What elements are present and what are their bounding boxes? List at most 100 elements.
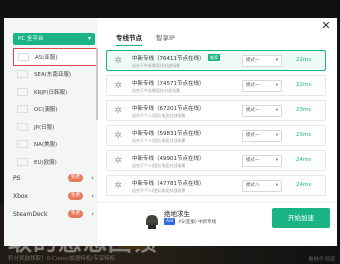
mode-select-value: 模式八	[246, 183, 260, 188]
node-icon: ✲	[114, 156, 122, 166]
category-xbox[interactable]: Xbox 免费 ›	[13, 188, 97, 205]
category-label: Xbox	[13, 193, 28, 200]
mode-select[interactable]: 模式一 ▾	[242, 55, 282, 67]
chevron-down-icon: ▾	[275, 83, 278, 88]
tab-nodes[interactable]: 专线节点	[116, 32, 142, 46]
region-sidebar: PC 全平台 ▾ AS(亚服) SEA(东南亚服) KRJP(日韩服) OC(澳…	[4, 18, 98, 246]
node-name: 中新专线（76411节点在线）	[132, 56, 205, 62]
eu-flag-icon	[17, 157, 28, 166]
game-tags: ASI AS(亚服) 中新专线	[164, 218, 216, 225]
node-icon: ✲	[114, 131, 122, 141]
mode-select-value: 模式一	[246, 108, 260, 113]
modal-footer: 绝地求生 ASI AS(亚服) 中新专线 开始加速	[98, 202, 337, 246]
chevron-right-icon: ›	[91, 210, 94, 218]
mode-select[interactable]: 模式一 ▾	[242, 80, 282, 92]
latency-value: 22ms	[296, 57, 312, 63]
us-flag-icon	[17, 140, 28, 149]
node-description: 适合于个人/团队电竞对战场景	[132, 113, 186, 118]
close-icon[interactable]: ✕	[321, 20, 331, 31]
region-item-na[interactable]: NA(美服)	[13, 136, 97, 154]
latency-value: 23ms	[296, 132, 312, 138]
recommended-badge: 推荐	[208, 54, 220, 61]
mode-select-value: 模式一	[246, 133, 260, 138]
start-acceleration-button[interactable]: 开始加速	[272, 208, 330, 228]
region-name: NA(美服)	[34, 142, 58, 149]
category-ps[interactable]: PS 免费 ›	[13, 170, 97, 187]
free-badge: 免费	[68, 210, 83, 218]
free-badge: 免费	[68, 174, 83, 182]
region-name: KRJP(日韩服)	[34, 89, 68, 96]
node-description: 适合于中长期竞技对战场景	[132, 63, 180, 68]
mode-select[interactable]: 模式一 ▾	[242, 130, 282, 142]
node-item[interactable]: ✲ 中新专线（67201节点在线） 适合于个人/团队电竞对战场景 模式一 ▾ 23…	[106, 100, 326, 121]
node-item[interactable]: ✲ 中新专线（76411节点在线） 适合于中长期竞技对战场景 推荐 模式一 ▾ 2…	[106, 50, 326, 71]
mode-select-value: 模式一	[246, 158, 260, 163]
node-icon: ✲	[114, 106, 122, 116]
latency-value: 22ms	[296, 82, 312, 88]
mode-select[interactable]: 模式八 ▾	[242, 180, 282, 192]
au-flag-icon	[17, 105, 28, 114]
node-item[interactable]: ✲ 中新专线（74571节点在线） 适合于中长期竞技对战场景 模式一 ▾ 22ms	[106, 75, 326, 96]
us-flag-icon	[18, 52, 29, 61]
region-item-krjp[interactable]: KRJP(日韩服)	[13, 83, 97, 101]
category-label: SteamDeck	[13, 211, 48, 218]
region-item-as[interactable]: AS(亚服)	[13, 48, 97, 66]
mode-select-value: 模式一	[246, 83, 260, 88]
game-name: 绝地求生	[164, 210, 190, 218]
chevron-down-icon: ▾	[87, 35, 91, 42]
node-icon: ✲	[114, 181, 122, 191]
chevron-down-icon: ▾	[275, 58, 278, 63]
node-name: 中新专线（49901节点在线）	[132, 156, 205, 162]
mode-select-value: 模式一	[246, 58, 260, 63]
node-name: 中新专线（74571节点在线）	[132, 81, 205, 87]
node-tabs: 专线节点 智享IP	[116, 32, 175, 46]
tab-smart-ip[interactable]: 智享IP	[156, 32, 175, 46]
chevron-down-icon: ▾	[275, 183, 278, 188]
region-name: OC(澳服)	[34, 107, 58, 114]
latency-value: 23ms	[296, 107, 312, 113]
latency-value: 24ms	[296, 182, 312, 188]
region-item-jp[interactable]: JP(日服)	[13, 118, 97, 136]
node-item[interactable]: ✲ 中新专线（47781节点在线） 适合于个人/团队电竞对战场景 模式八 ▾ 24…	[106, 175, 326, 196]
region-name: AS(亚服)	[35, 54, 58, 61]
node-icon: ✲	[114, 81, 122, 91]
node-description: 适合于中长期竞技对战场景	[132, 88, 180, 93]
mode-select[interactable]: 模式一 ▾	[242, 105, 282, 117]
region-item-eu[interactable]: EU(欧服)	[13, 153, 97, 171]
category-steamdeck[interactable]: SteamDeck 免费 ›	[13, 206, 97, 223]
region-list: AS(亚服) SEA(东南亚服) KRJP(日韩服) OC(澳服) JP(日服)…	[13, 48, 97, 171]
node-name: 中新专线（47781节点在线）	[132, 181, 205, 187]
region-tag: ASI	[164, 218, 176, 225]
platform-select[interactable]: PC 全平台 ▾	[13, 33, 95, 45]
node-name: 中新专线（59831节点在线）	[132, 131, 205, 137]
jp-flag-icon	[17, 122, 28, 131]
platform-select-label: PC 全平台	[18, 36, 44, 42]
node-item[interactable]: ✲ 中新专线（59831节点在线） 适合于个人/团队电竞对战场景 模式一 ▾ 23…	[106, 125, 326, 146]
kr-flag-icon	[17, 87, 28, 96]
node-name: 中新专线（67201节点在线）	[132, 106, 205, 112]
node-icon: ✲	[114, 56, 122, 66]
chevron-right-icon: ›	[91, 174, 94, 182]
chevron-down-icon: ▾	[275, 158, 278, 163]
free-badge: 免费	[68, 192, 83, 200]
region-name: SEA(东南亚服)	[34, 72, 72, 79]
selected-node-text: AS(亚服) 中新专线	[178, 219, 217, 225]
my-flag-icon	[17, 70, 28, 79]
mode-select[interactable]: 模式一 ▾	[242, 155, 282, 167]
region-name: JP(日服)	[34, 124, 55, 131]
node-description: 适合于个人/团队电竞对战场景	[132, 188, 186, 193]
category-label: PS	[13, 175, 21, 182]
region-item-oc[interactable]: OC(澳服)	[13, 101, 97, 119]
node-description: 适合于个人/团队电竞对战场景	[132, 163, 186, 168]
region-item-sea[interactable]: SEA(东南亚服)	[13, 66, 97, 84]
chevron-down-icon: ▾	[275, 108, 278, 113]
helmet-icon	[144, 213, 160, 231]
chevron-down-icon: ▾	[275, 133, 278, 138]
node-description: 适合于个人/团队电竞对战场景	[132, 138, 186, 143]
node-list: ✲ 中新专线（76411节点在线） 适合于中长期竞技对战场景 推荐 模式一 ▾ 2…	[106, 50, 326, 200]
latency-value: 24ms	[296, 157, 312, 163]
region-list-scrollbar[interactable]	[96, 48, 98, 120]
region-select-modal: ✕ PC 全平台 ▾ AS(亚服) SEA(东南亚服) KRJP(日韩服) OC…	[4, 18, 337, 246]
chevron-right-icon: ›	[91, 192, 94, 200]
node-item[interactable]: ✲ 中新专线（49901节点在线） 适合于个人/团队电竞对战场景 模式一 ▾ 24…	[106, 150, 326, 171]
